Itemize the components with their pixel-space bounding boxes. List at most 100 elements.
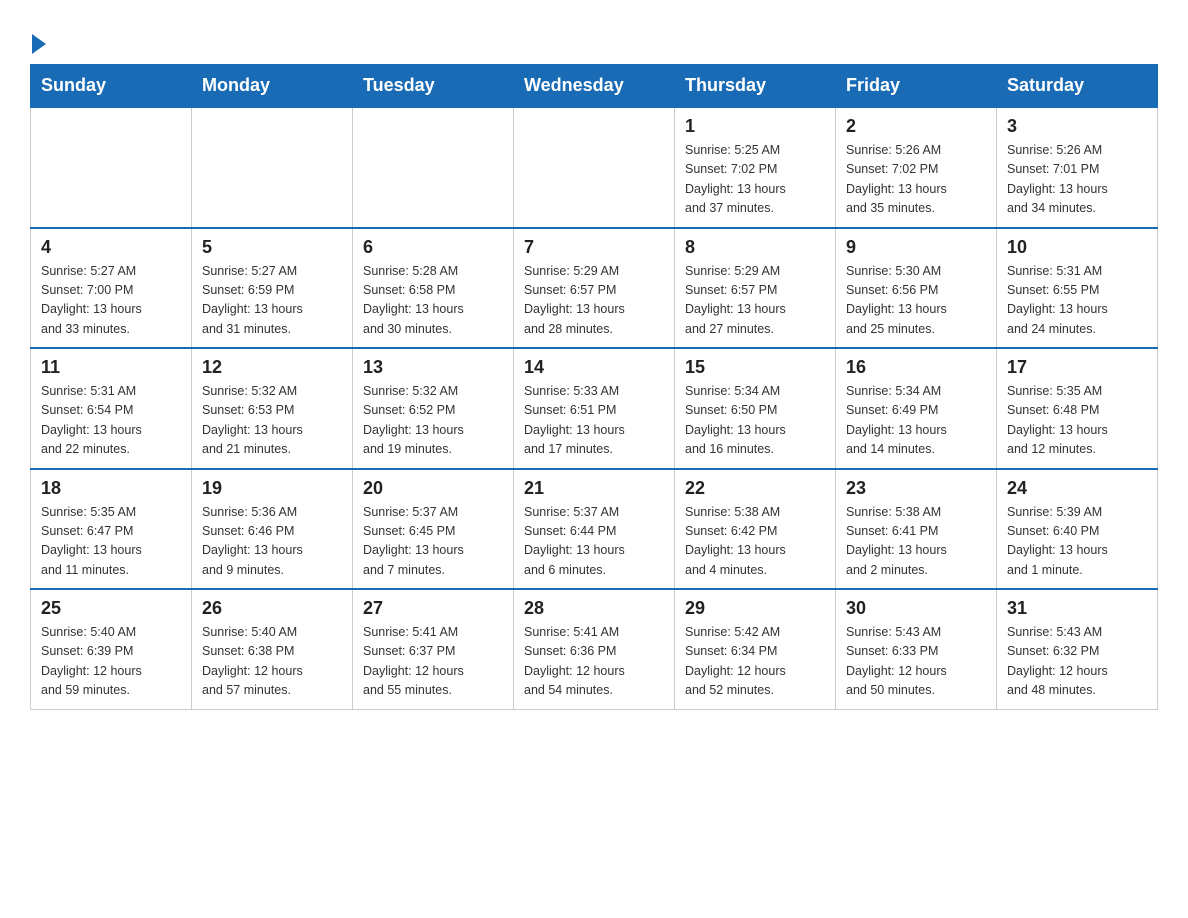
day-number: 8	[685, 237, 825, 258]
calendar-cell: 23 Sunrise: 5:38 AMSunset: 6:41 PMDayligh…	[836, 469, 997, 590]
calendar-cell: 8 Sunrise: 5:29 AMSunset: 6:57 PMDaylight…	[675, 228, 836, 349]
day-number: 12	[202, 357, 342, 378]
day-info: Sunrise: 5:34 AMSunset: 6:49 PMDaylight:…	[846, 382, 986, 460]
day-number: 6	[363, 237, 503, 258]
calendar-cell	[192, 107, 353, 228]
calendar-cell: 19 Sunrise: 5:36 AMSunset: 6:46 PMDayligh…	[192, 469, 353, 590]
day-info: Sunrise: 5:25 AMSunset: 7:02 PMDaylight:…	[685, 141, 825, 219]
day-number: 22	[685, 478, 825, 499]
calendar-cell: 20Sunrise: 5:37 AMSunset: 6:45 PMDayligh…	[353, 469, 514, 590]
day-info: Sunrise: 5:38 AMSunset: 6:42 PMDaylight:…	[685, 503, 825, 581]
logo-arrow-icon	[32, 34, 46, 54]
weekday-header-saturday: Saturday	[997, 65, 1158, 108]
day-number: 23	[846, 478, 986, 499]
day-info: Sunrise: 5:38 AMSunset: 6:41 PMDaylight:…	[846, 503, 986, 581]
calendar-header: SundayMondayTuesdayWednesdayThursdayFrid…	[31, 65, 1158, 108]
weekday-header-sunday: Sunday	[31, 65, 192, 108]
calendar-cell	[31, 107, 192, 228]
day-number: 3	[1007, 116, 1147, 137]
calendar-cell: 14 Sunrise: 5:33 AMSunset: 6:51 PMDayligh…	[514, 348, 675, 469]
day-info: Sunrise: 5:37 AMSunset: 6:44 PMDaylight:…	[524, 503, 664, 581]
calendar-cell: 16 Sunrise: 5:34 AMSunset: 6:49 PMDayligh…	[836, 348, 997, 469]
calendar-cell	[514, 107, 675, 228]
day-info: Sunrise: 5:42 AMSunset: 6:34 PMDaylight:…	[685, 623, 825, 701]
weekday-header-friday: Friday	[836, 65, 997, 108]
day-info: Sunrise: 5:43 AMSunset: 6:33 PMDaylight:…	[846, 623, 986, 701]
day-info: Sunrise: 5:32 AMSunset: 6:53 PMDaylight:…	[202, 382, 342, 460]
calendar-cell: 31 Sunrise: 5:43 AMSunset: 6:32 PMDayligh…	[997, 589, 1158, 709]
day-number: 24	[1007, 478, 1147, 499]
calendar-cell: 10 Sunrise: 5:31 AMSunset: 6:55 PMDayligh…	[997, 228, 1158, 349]
weekday-header-tuesday: Tuesday	[353, 65, 514, 108]
day-number: 5	[202, 237, 342, 258]
day-number: 14	[524, 357, 664, 378]
calendar-cell: 7 Sunrise: 5:29 AMSunset: 6:57 PMDaylight…	[514, 228, 675, 349]
day-number: 21	[524, 478, 664, 499]
calendar-cell: 6 Sunrise: 5:28 AMSunset: 6:58 PMDaylight…	[353, 228, 514, 349]
day-number: 25	[41, 598, 181, 619]
day-info: Sunrise: 5:27 AMSunset: 6:59 PMDaylight:…	[202, 262, 342, 340]
calendar-cell: 9Sunrise: 5:30 AMSunset: 6:56 PMDaylight…	[836, 228, 997, 349]
day-number: 27	[363, 598, 503, 619]
calendar-cell: 15 Sunrise: 5:34 AMSunset: 6:50 PMDayligh…	[675, 348, 836, 469]
day-number: 28	[524, 598, 664, 619]
calendar-cell: 26 Sunrise: 5:40 AMSunset: 6:38 PMDayligh…	[192, 589, 353, 709]
calendar-body: 1Sunrise: 5:25 AMSunset: 7:02 PMDaylight…	[31, 107, 1158, 709]
day-info: Sunrise: 5:35 AMSunset: 6:47 PMDaylight:…	[41, 503, 181, 581]
calendar-cell: 18Sunrise: 5:35 AMSunset: 6:47 PMDayligh…	[31, 469, 192, 590]
calendar-cell: 29 Sunrise: 5:42 AMSunset: 6:34 PMDayligh…	[675, 589, 836, 709]
day-number: 29	[685, 598, 825, 619]
calendar-cell: 24 Sunrise: 5:39 AMSunset: 6:40 PMDayligh…	[997, 469, 1158, 590]
calendar-cell: 27 Sunrise: 5:41 AMSunset: 6:37 PMDayligh…	[353, 589, 514, 709]
day-info: Sunrise: 5:27 AMSunset: 7:00 PMDaylight:…	[41, 262, 181, 340]
day-info: Sunrise: 5:32 AMSunset: 6:52 PMDaylight:…	[363, 382, 503, 460]
calendar-cell: 22 Sunrise: 5:38 AMSunset: 6:42 PMDayligh…	[675, 469, 836, 590]
day-info: Sunrise: 5:31 AMSunset: 6:55 PMDaylight:…	[1007, 262, 1147, 340]
day-number: 30	[846, 598, 986, 619]
day-info: Sunrise: 5:26 AMSunset: 7:02 PMDaylight:…	[846, 141, 986, 219]
logo	[30, 30, 46, 54]
day-number: 4	[41, 237, 181, 258]
day-info: Sunrise: 5:31 AMSunset: 6:54 PMDaylight:…	[41, 382, 181, 460]
day-number: 7	[524, 237, 664, 258]
day-info: Sunrise: 5:41 AMSunset: 6:37 PMDaylight:…	[363, 623, 503, 701]
weekday-header-row: SundayMondayTuesdayWednesdayThursdayFrid…	[31, 65, 1158, 108]
day-number: 2	[846, 116, 986, 137]
week-row-2: 4 Sunrise: 5:27 AMSunset: 7:00 PMDaylight…	[31, 228, 1158, 349]
week-row-3: 11Sunrise: 5:31 AMSunset: 6:54 PMDayligh…	[31, 348, 1158, 469]
day-info: Sunrise: 5:39 AMSunset: 6:40 PMDaylight:…	[1007, 503, 1147, 581]
day-number: 16	[846, 357, 986, 378]
day-info: Sunrise: 5:34 AMSunset: 6:50 PMDaylight:…	[685, 382, 825, 460]
day-info: Sunrise: 5:29 AMSunset: 6:57 PMDaylight:…	[685, 262, 825, 340]
day-number: 17	[1007, 357, 1147, 378]
calendar-cell: 13 Sunrise: 5:32 AMSunset: 6:52 PMDayligh…	[353, 348, 514, 469]
day-number: 19	[202, 478, 342, 499]
week-row-1: 1Sunrise: 5:25 AMSunset: 7:02 PMDaylight…	[31, 107, 1158, 228]
day-info: Sunrise: 5:41 AMSunset: 6:36 PMDaylight:…	[524, 623, 664, 701]
calendar-cell: 25 Sunrise: 5:40 AMSunset: 6:39 PMDayligh…	[31, 589, 192, 709]
day-number: 13	[363, 357, 503, 378]
calendar-cell: 1Sunrise: 5:25 AMSunset: 7:02 PMDaylight…	[675, 107, 836, 228]
calendar-cell: 28 Sunrise: 5:41 AMSunset: 6:36 PMDayligh…	[514, 589, 675, 709]
calendar-cell: 3Sunrise: 5:26 AMSunset: 7:01 PMDaylight…	[997, 107, 1158, 228]
day-number: 15	[685, 357, 825, 378]
calendar-cell: 21 Sunrise: 5:37 AMSunset: 6:44 PMDayligh…	[514, 469, 675, 590]
day-info: Sunrise: 5:29 AMSunset: 6:57 PMDaylight:…	[524, 262, 664, 340]
page-header	[30, 20, 1158, 54]
weekday-header-thursday: Thursday	[675, 65, 836, 108]
calendar-cell	[353, 107, 514, 228]
day-info: Sunrise: 5:40 AMSunset: 6:39 PMDaylight:…	[41, 623, 181, 701]
day-number: 26	[202, 598, 342, 619]
day-info: Sunrise: 5:40 AMSunset: 6:38 PMDaylight:…	[202, 623, 342, 701]
day-info: Sunrise: 5:28 AMSunset: 6:58 PMDaylight:…	[363, 262, 503, 340]
day-info: Sunrise: 5:36 AMSunset: 6:46 PMDaylight:…	[202, 503, 342, 581]
calendar-cell: 4 Sunrise: 5:27 AMSunset: 7:00 PMDaylight…	[31, 228, 192, 349]
day-info: Sunrise: 5:43 AMSunset: 6:32 PMDaylight:…	[1007, 623, 1147, 701]
day-info: Sunrise: 5:37 AMSunset: 6:45 PMDaylight:…	[363, 503, 503, 581]
day-number: 10	[1007, 237, 1147, 258]
calendar-cell: 11Sunrise: 5:31 AMSunset: 6:54 PMDayligh…	[31, 348, 192, 469]
calendar-cell: 2 Sunrise: 5:26 AMSunset: 7:02 PMDaylight…	[836, 107, 997, 228]
day-number: 31	[1007, 598, 1147, 619]
day-info: Sunrise: 5:33 AMSunset: 6:51 PMDaylight:…	[524, 382, 664, 460]
weekday-header-wednesday: Wednesday	[514, 65, 675, 108]
